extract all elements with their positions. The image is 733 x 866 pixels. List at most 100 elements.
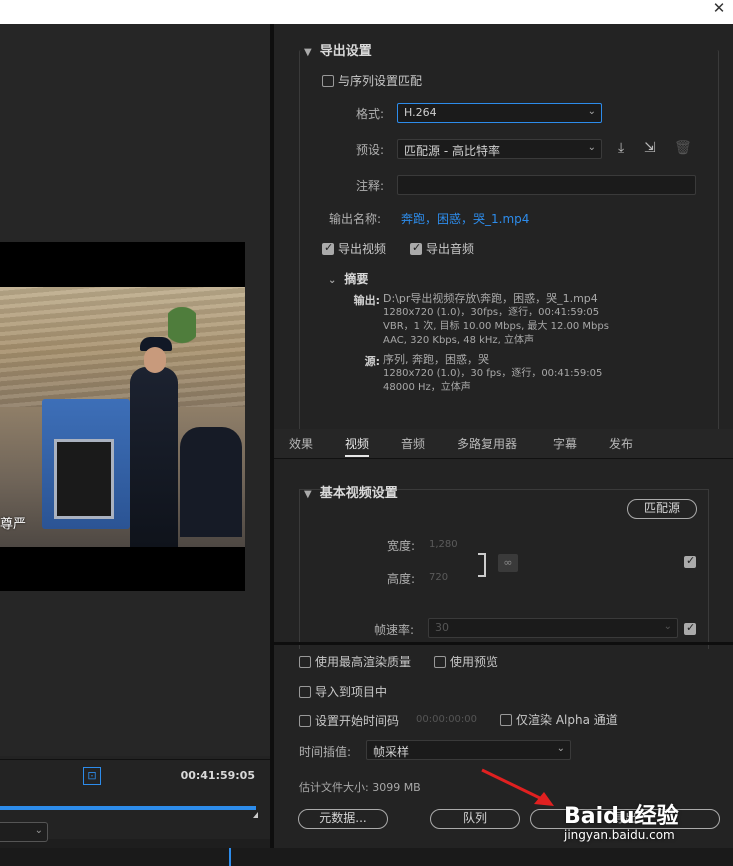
summary-line: AAC, 320 Kbps, 48 kHz, 立体声 [383,335,535,346]
delete-preset-icon[interactable]: 🗑 [674,140,692,156]
start-timecode-label: 设置开始时间码 [315,714,400,728]
time-interp-label: 时间插值: [299,745,352,759]
video-subtitle: 尊严 [0,517,27,532]
scanner-tunnel [54,439,114,519]
tab-captions[interactable]: 字幕 [553,435,577,452]
collapse-triangle-icon: ▼ [304,489,312,500]
width-value[interactable]: 1,280 [429,539,458,550]
bottom-divider[interactable] [274,642,733,645]
tab-publish[interactable]: 发布 [609,435,633,452]
tab-audio[interactable]: 音频 [401,435,425,452]
preview-timecode: 00:41:59:05 [180,769,255,782]
timeline-playhead[interactable] [229,848,231,866]
scene-officer-head [144,347,166,373]
out-point-marker[interactable] [253,812,258,818]
aspect-bracket [478,553,486,577]
title-bar: ✕ [0,0,733,24]
chevron-down-icon: ⌄ [587,106,596,117]
preset-select[interactable]: 匹配源 - 高比特率 ⌄ [397,139,602,159]
checkbox-box[interactable] [299,656,311,668]
summary-output-values: D:\pr导出视频存放\奔跑，困惑，哭_1.mp4 1280x720 (1.0)… [383,292,609,348]
summary-line: 序列, 奔跑，困惑，哭 [383,353,489,366]
framerate-override-checkbox[interactable] [684,621,700,636]
export-settings-header[interactable]: ▼ 导出设置 [304,40,372,59]
scene-xray-scanner [42,399,130,529]
checkbox-box[interactable] [434,656,446,668]
output-name-label: 输出名称: [329,212,382,226]
width-label: 宽度: [387,539,416,553]
export-audio-label: 导出音频 [426,242,475,256]
framerate-value: 30 [435,621,449,634]
checkbox-box[interactable] [299,715,311,727]
tab-effects[interactable]: 效果 [289,435,313,452]
checkbox-box[interactable] [299,686,311,698]
width-height-override-checkbox[interactable] [684,554,700,569]
framerate-select[interactable]: 30 ⌄ [428,618,678,638]
settings-tabs: 效果 视频 音频 多路复用器 字幕 发布 [274,429,733,459]
start-timecode-value[interactable]: 00:00:00:00 [416,714,477,725]
scene-stairs [0,287,245,407]
max-render-quality-checkbox[interactable]: 使用最高渲染质量 [299,653,411,670]
alpha-only-label: 仅渲染 Alpha 通道 [516,713,618,727]
checkbox-box[interactable] [322,241,334,255]
time-interp-select[interactable]: 帧采样 ⌄ [366,740,571,760]
scene-officer-seated [180,427,242,537]
collapse-triangle-icon: ▼ [304,47,312,58]
basic-video-header[interactable]: ▼ 基本视频设置 [304,482,398,501]
tab-video[interactable]: 视频 [345,435,370,457]
chevron-down-icon: ⌄ [556,743,565,754]
summary-header[interactable]: ⌄ 摘要 [328,270,368,287]
format-select[interactable]: H.264 ⌄ [397,103,602,123]
save-preset-icon[interactable]: ⤓ [618,140,624,156]
summary-source-key: 源: [364,355,380,368]
summary-line: 48000 Hz，立体声 [383,382,471,393]
tab-multiplexer[interactable]: 多路复用器 [457,435,517,452]
export-audio-checkbox[interactable]: 导出音频 [410,240,474,257]
preview-time-bar: ⊡ 00:41:59:05 ⌄ [0,759,270,842]
format-value: H.264 [404,106,437,119]
export-settings-panel: ▼ 导出设置 与序列设置匹配 格式: H.264 ⌄ 预设: 匹配源 - 高比特率 ⌄… [274,24,733,848]
metadata-button[interactable]: 元数据... [298,809,388,829]
import-project-checkbox[interactable]: 导入到项目中 [299,683,387,700]
export-settings-title: 导出设置 [319,44,372,59]
checkbox-box[interactable] [684,554,696,568]
comment-input[interactable] [397,175,696,195]
timeline-strip [0,848,733,866]
checkbox-box[interactable] [410,241,422,255]
summary-source-values: 序列, 奔跑，困惑，哭 1280x720 (1.0)，30 fps，逐行，00:… [383,353,602,395]
match-source-button[interactable]: 匹配源 [627,499,697,519]
preset-label: 预设: [356,143,385,157]
source-preview-panel: 尊严 ⊡ 00:41:59:05 ⌄ [0,24,270,842]
use-preview-checkbox[interactable]: 使用预览 [434,653,498,670]
collapse-triangle-icon: ⌄ [328,275,337,286]
basic-video-title: 基本视频设置 [319,486,398,501]
match-sequence-checkbox[interactable]: 与序列设置匹配 [322,72,422,89]
import-preset-icon[interactable]: ⇲ [644,140,656,156]
height-value[interactable]: 720 [429,572,448,583]
use-preview-label: 使用预览 [450,655,499,669]
summary-line: 1280x720 (1.0)，30 fps，逐行，00:41:59:05 [383,368,603,379]
summary-title: 摘要 [344,272,369,286]
checkbox-box[interactable] [322,75,334,87]
checkbox-box[interactable] [684,621,696,635]
source-range-dropdown[interactable]: ⌄ [0,822,48,842]
close-icon[interactable]: ✕ [709,0,729,20]
checkbox-box[interactable] [500,714,512,726]
framerate-label: 帧速率: [374,623,415,637]
preset-value: 匹配源 - 高比特率 [404,144,500,158]
start-timecode-checkbox[interactable]: 设置开始时间码 [299,712,399,729]
export-video-checkbox[interactable]: 导出视频 [322,240,386,257]
match-sequence-label: 与序列设置匹配 [338,74,423,88]
time-interp-value: 帧采样 [373,745,410,759]
fit-frame-icon[interactable]: ⊡ [83,767,101,785]
link-aspect-icon[interactable]: ∞ [498,554,518,572]
preview-scrub-bar[interactable] [0,806,256,810]
video-still-image: 尊严 [0,287,245,547]
output-name-link[interactable]: 奔跑，困惑，哭_1.mp4 [401,210,529,227]
summary-output-key: 输出: [353,294,380,307]
scene-officer [130,367,178,547]
alpha-only-checkbox[interactable]: 仅渲染 Alpha 通道 [500,711,618,728]
format-label: 格式: [356,107,385,121]
estimated-file-size: 估计文件大小: 3099 MB [299,781,421,794]
video-preview-frame: 尊严 [0,242,245,591]
